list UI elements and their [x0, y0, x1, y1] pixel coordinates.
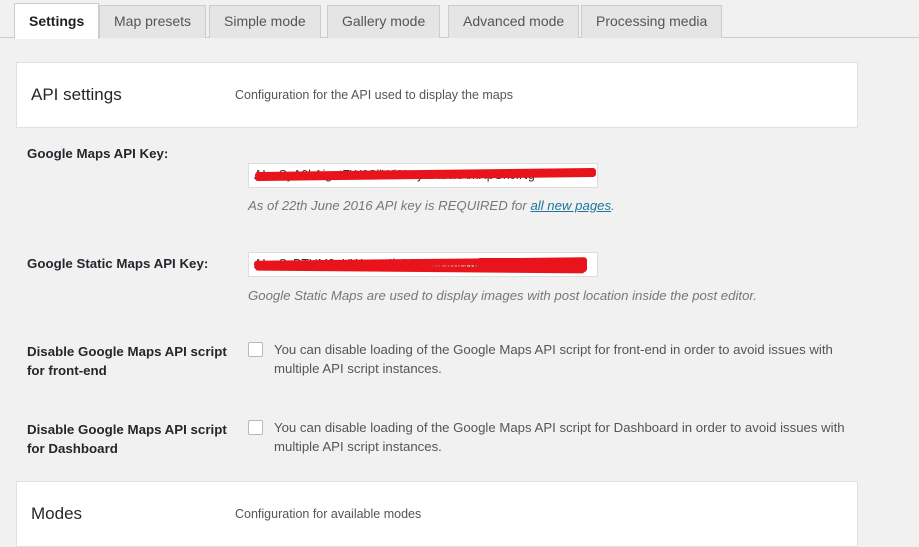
- tab-settings[interactable]: Settings: [14, 3, 100, 39]
- disable-frontend-checkbox[interactable]: [248, 342, 263, 357]
- google-maps-api-key-hint: As of 22th June 2016 API key is REQUIRED…: [248, 197, 615, 215]
- google-static-maps-api-key-field-col: AIzaSyBTHM2qHWspm4jc6QS4cGmc8WdKU5uEw Go…: [248, 252, 757, 305]
- google-static-maps-api-key-hint: Google Static Maps are used to display i…: [248, 288, 757, 303]
- tab-gallery-mode-label: Gallery mode: [342, 13, 426, 29]
- tab-bar: Settings Map presets Simple mode Gallery…: [0, 0, 919, 39]
- tab-simple-mode-label: Simple mode: [224, 13, 306, 29]
- disable-dashboard-field-col: You can disable loading of the Google Ma…: [248, 418, 848, 456]
- hint-text-before: As of 22th June 2016 API key is REQUIRED…: [248, 198, 531, 213]
- google-static-maps-api-key-input[interactable]: AIzaSyBTHM2qHWspm4jc6QS4cGmc8WdKU5uEw: [248, 252, 598, 277]
- redaction-bar-static-key-3: [477, 258, 587, 272]
- modes-title: Modes: [31, 504, 83, 523]
- google-maps-api-key-input[interactable]: AIzaSyA0kAigatFW6SiiWi0LayEHu0xAmXpGxcfN…: [248, 163, 598, 188]
- tab-processing-media-label: Processing media: [596, 13, 708, 29]
- disable-frontend-label: Disable Google Maps API script for front…: [27, 344, 227, 378]
- disable-frontend-description: You can disable loading of the Google Ma…: [274, 342, 833, 376]
- tab-simple-mode[interactable]: Simple mode: [209, 5, 321, 38]
- hint-text-after: .: [611, 198, 615, 213]
- tab-advanced-mode-label: Advanced mode: [463, 13, 565, 29]
- tab-map-presets-label: Map presets: [114, 13, 192, 29]
- google-maps-api-key-label: Google Maps API Key:: [27, 146, 169, 161]
- all-new-pages-link[interactable]: all new pages: [530, 198, 611, 213]
- disable-dashboard-description: You can disable loading of the Google Ma…: [274, 420, 845, 454]
- tab-map-presets[interactable]: Map presets: [99, 5, 207, 38]
- tab-processing-media[interactable]: Processing media: [581, 5, 723, 38]
- disable-dashboard-label: Disable Google Maps API script for Dashb…: [27, 422, 227, 456]
- modes-description: Configuration for available modes: [235, 507, 422, 521]
- api-settings-title: API settings: [31, 85, 122, 104]
- disable-dashboard-description-wrap: You can disable loading of the Google Ma…: [248, 418, 848, 456]
- api-settings-panel: API settings Configuration for the API u…: [16, 62, 858, 128]
- google-maps-api-key-field-col: AIzaSyA0kAigatFW6SiiWi0LayEHu0xAmXpGxcfN…: [248, 163, 615, 215]
- google-static-maps-api-key-label: Google Static Maps API Key:: [27, 256, 209, 271]
- api-settings-description: Configuration for the API used to displa…: [235, 88, 513, 102]
- tab-gallery-mode[interactable]: Gallery mode: [327, 5, 441, 38]
- disable-dashboard-checkbox[interactable]: [248, 420, 263, 435]
- disable-frontend-field-col: You can disable loading of the Google Ma…: [248, 340, 848, 378]
- tab-settings-label: Settings: [29, 13, 85, 29]
- modes-panel: Modes Configuration for available modes: [16, 481, 858, 547]
- disable-frontend-description-wrap: You can disable loading of the Google Ma…: [248, 340, 848, 378]
- settings-content: API settings Configuration for the API u…: [0, 39, 919, 547]
- tab-advanced-mode[interactable]: Advanced mode: [448, 5, 580, 38]
